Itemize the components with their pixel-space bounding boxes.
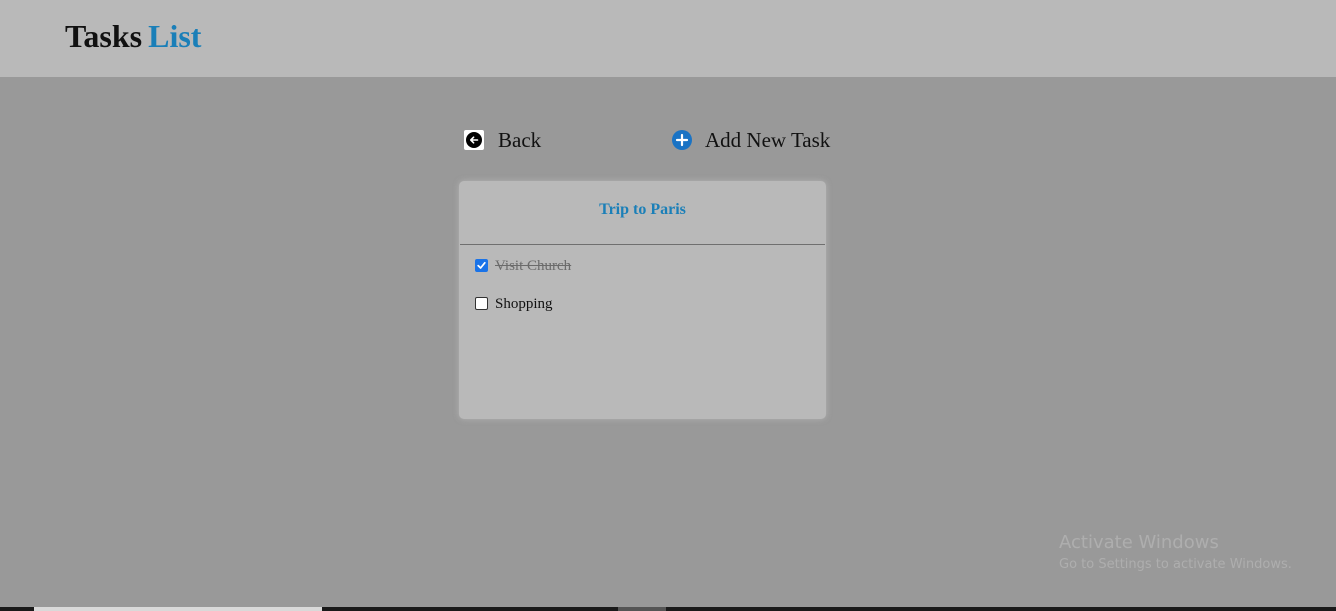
watermark-title: Activate Windows: [1059, 532, 1219, 553]
task-checkbox-checked[interactable]: [475, 258, 488, 272]
back-button-label: Back: [498, 128, 542, 152]
task-label: Shopping: [495, 296, 553, 312]
card-divider: [460, 244, 825, 245]
app-title-list: List: [148, 18, 202, 54]
task-list-title: Trip to Paris: [599, 201, 686, 218]
task-label: Visit Church: [495, 258, 572, 274]
taskbar-segment: [618, 607, 666, 611]
task-item-shopping: Shopping: [475, 295, 553, 313]
app-title: Tasks List: [65, 17, 201, 55]
task-item-visit-church: Visit Church: [475, 257, 571, 275]
plus-circle-icon: [672, 130, 692, 150]
taskbar-segment: [34, 607, 322, 611]
app-header: Tasks List: [0, 0, 1336, 77]
taskbar-strip: [0, 607, 1336, 611]
back-button[interactable]: Back: [464, 128, 541, 152]
add-new-task-button[interactable]: Add New Task: [672, 128, 830, 152]
activate-windows-watermark: Activate Windows Go to Settings to activ…: [1059, 532, 1292, 575]
arrow-left-circle-icon: [464, 130, 484, 150]
app-title-tasks: Tasks: [65, 18, 143, 54]
add-new-task-label: Add New Task: [705, 128, 831, 152]
task-list-card: Trip to Paris Visit Church Shopping: [459, 181, 826, 419]
task-checkbox-unchecked[interactable]: [475, 296, 488, 310]
watermark-subtitle: Go to Settings to activate Windows.: [1059, 557, 1292, 572]
